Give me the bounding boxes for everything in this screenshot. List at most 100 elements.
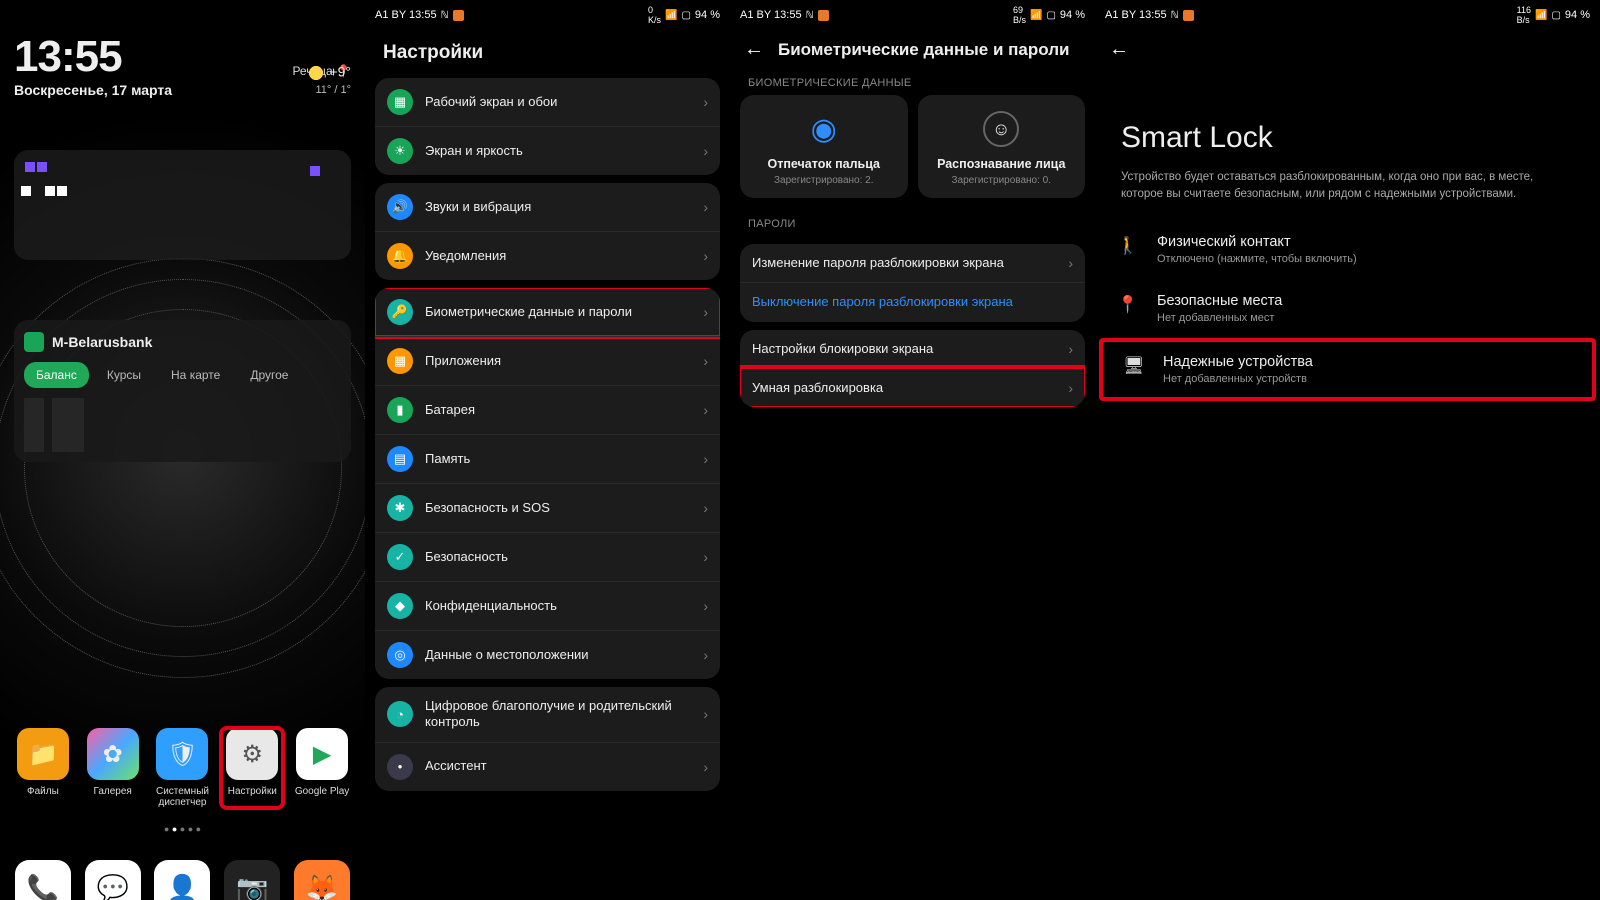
fingerprint-card[interactable]: ◉ Отпечаток пальца Зарегистрировано: 2. xyxy=(740,95,908,198)
row-label: Экран и яркость xyxy=(425,143,691,159)
weather-widget[interactable]: +9° 11° / 1° xyxy=(305,62,351,97)
page-title: Настройки xyxy=(365,26,730,70)
chevron-right-icon: › xyxy=(703,143,708,159)
music-widget[interactable] xyxy=(14,150,351,260)
dock-phone[interactable]: 📞 xyxy=(15,860,71,900)
dock-camera[interactable]: 📷 xyxy=(224,860,280,900)
dock-messages[interactable]: 💬 xyxy=(85,860,141,900)
row-icon: ✓ xyxy=(387,544,413,570)
row-icon: 🖥 xyxy=(1123,356,1145,376)
row-label: Рабочий экран и обои xyxy=(425,94,691,110)
bank-tab-other[interactable]: Другое xyxy=(238,362,300,388)
settings-row[interactable]: Изменение пароля разблокировки экрана› xyxy=(740,244,1085,282)
settings-row[interactable]: ◆Конфиденциальность› xyxy=(375,581,720,630)
app-google-play[interactable]: ▶Google Play xyxy=(291,728,353,808)
chevron-right-icon: › xyxy=(703,451,708,467)
settings-row[interactable]: ▤ Память › xyxy=(375,434,720,483)
chevron-right-icon: › xyxy=(703,304,708,320)
settings-row[interactable]: 🔔 Уведомления › xyxy=(375,231,720,280)
bank-tab-map[interactable]: На карте xyxy=(159,362,232,388)
row-title: Надежные устройства xyxy=(1163,354,1313,370)
settings-row[interactable]: ☀ Экран и яркость › xyxy=(375,126,720,175)
row-icon: ✱ xyxy=(387,495,413,521)
row-title: Физический контакт xyxy=(1157,234,1357,250)
bank-tab-rates[interactable]: Курсы xyxy=(95,362,153,388)
settings-row[interactable]: ◎ Данные о местоположении › xyxy=(375,630,720,679)
app-system-manager[interactable]: 🛡Системный диспетчер xyxy=(151,728,213,808)
back-button[interactable]: ← xyxy=(744,38,764,61)
row-icon: 📍 xyxy=(1117,295,1139,315)
app-files[interactable]: 📁Файлы xyxy=(12,728,74,808)
row-label: Умная разблокировка xyxy=(752,380,1056,396)
chevron-right-icon: › xyxy=(703,647,708,663)
fingerprint-icon: ◉ xyxy=(806,111,842,147)
row-subtitle: Отключено (нажмите, чтобы включить) xyxy=(1157,253,1357,265)
row-label: Уведомления xyxy=(425,248,691,264)
settings-row[interactable]: 🔊Звуки и вибрация› xyxy=(375,183,720,231)
row-label: Биометрические данные и пароли xyxy=(425,304,691,320)
row-label: Изменение пароля разблокировки экрана xyxy=(752,255,1056,271)
smartlock-row[interactable]: 📍Безопасные местаНет добавленных мест xyxy=(1095,279,1600,338)
bank-tab-balance[interactable]: Баланс xyxy=(24,362,89,388)
bank-widget[interactable]: M-Belarusbank Баланс Курсы На карте Друг… xyxy=(14,320,351,462)
settings-row[interactable]: ▮ Батарея › xyxy=(375,385,720,434)
row-label: Безопасность xyxy=(425,549,691,565)
settings-row[interactable]: 🔑 Биометрические данные и пароли › xyxy=(375,288,720,336)
settings-row[interactable]: ✓ Безопасность › xyxy=(375,532,720,581)
row-icon: ◎ xyxy=(387,642,413,668)
row-label: Приложения xyxy=(425,353,691,369)
status-bar: A1 BY 13:55ℕ 0K/s📶▢94 % xyxy=(365,0,730,26)
settings-row[interactable]: Умная разблокировка › xyxy=(740,368,1085,407)
row-title: Безопасные места xyxy=(1157,293,1282,309)
row-icon: ▦ xyxy=(387,89,413,115)
section-header: ПАРОЛИ xyxy=(730,212,1095,236)
dock-contacts[interactable]: 👤 xyxy=(154,860,210,900)
settings-row[interactable]: Выключение пароля разблокировки экрана xyxy=(740,282,1085,321)
settings-row[interactable]: ✱ Безопасность и SOS › xyxy=(375,483,720,532)
chevron-right-icon: › xyxy=(703,402,708,418)
row-icon: 🔊 xyxy=(387,194,413,220)
settings-row[interactable]: •Ассистент› xyxy=(375,742,720,791)
settings-row[interactable]: Настройки блокировки экрана› xyxy=(740,330,1085,368)
settings-row[interactable]: ▦ Приложения › xyxy=(375,336,720,385)
row-icon: 🔑 xyxy=(387,299,413,325)
row-label: Выключение пароля разблокировки экрана xyxy=(752,294,1073,310)
chevron-right-icon: › xyxy=(703,549,708,565)
sun-icon xyxy=(305,62,327,84)
status-bar: A1 BY 13:55ℕ 69B/s📶▢94 % xyxy=(730,0,1095,26)
chevron-right-icon: › xyxy=(1068,380,1073,396)
settings-row[interactable]: ▦ Рабочий экран и обои › xyxy=(375,78,720,126)
chevron-right-icon: › xyxy=(703,248,708,264)
bank-logo-icon xyxy=(24,332,44,352)
page-title: Биометрические данные и пароли xyxy=(778,40,1069,60)
section-header: БИОМЕТРИЧЕСКИЕ ДАННЫЕ xyxy=(730,71,1095,95)
row-label: Безопасность и SOS xyxy=(425,500,691,516)
row-label: Батарея xyxy=(425,402,691,418)
chevron-right-icon: › xyxy=(703,94,708,110)
smartlock-row[interactable]: 🚶 Физический контакт Отключено (нажмите, ч… xyxy=(1095,220,1600,279)
smartlock-row[interactable]: 🖥Надежные устройстваНет добавленных устр… xyxy=(1101,340,1594,399)
app-gallery[interactable]: ✿Галерея xyxy=(82,728,144,808)
chevron-right-icon: › xyxy=(703,500,708,516)
face-card[interactable]: ☺ Распознавание лица Зарегистрировано: 0… xyxy=(918,95,1086,198)
row-icon: ▦ xyxy=(387,348,413,374)
face-icon: ☺ xyxy=(983,111,1019,147)
app-settings[interactable]: ⚙Настройки xyxy=(221,728,283,808)
row-icon: ☀ xyxy=(387,138,413,164)
dock-firefox[interactable]: 🦊 xyxy=(294,860,350,900)
row-icon: ▤ xyxy=(387,446,413,472)
row-label: Память xyxy=(425,451,691,467)
row-icon: 🔔 xyxy=(387,243,413,269)
chevron-right-icon: › xyxy=(703,353,708,369)
row-icon: 🚶 xyxy=(1117,236,1139,256)
row-icon: ▮ xyxy=(387,397,413,423)
chevron-right-icon: › xyxy=(1068,341,1073,357)
status-bar: A1 BY 13:55ℕ 116B/s📶▢94 % xyxy=(1095,0,1600,26)
chevron-right-icon: › xyxy=(703,706,708,722)
row-icon: ◆ xyxy=(387,593,413,619)
row-label: Цифровое благополучие и родительский кон… xyxy=(425,698,691,731)
back-button[interactable]: ← xyxy=(1109,38,1129,61)
settings-row[interactable]: ◔Цифровое благополучие и родительский ко… xyxy=(375,687,720,742)
row-label: Данные о местоположении xyxy=(425,647,691,663)
chevron-right-icon: › xyxy=(703,759,708,775)
